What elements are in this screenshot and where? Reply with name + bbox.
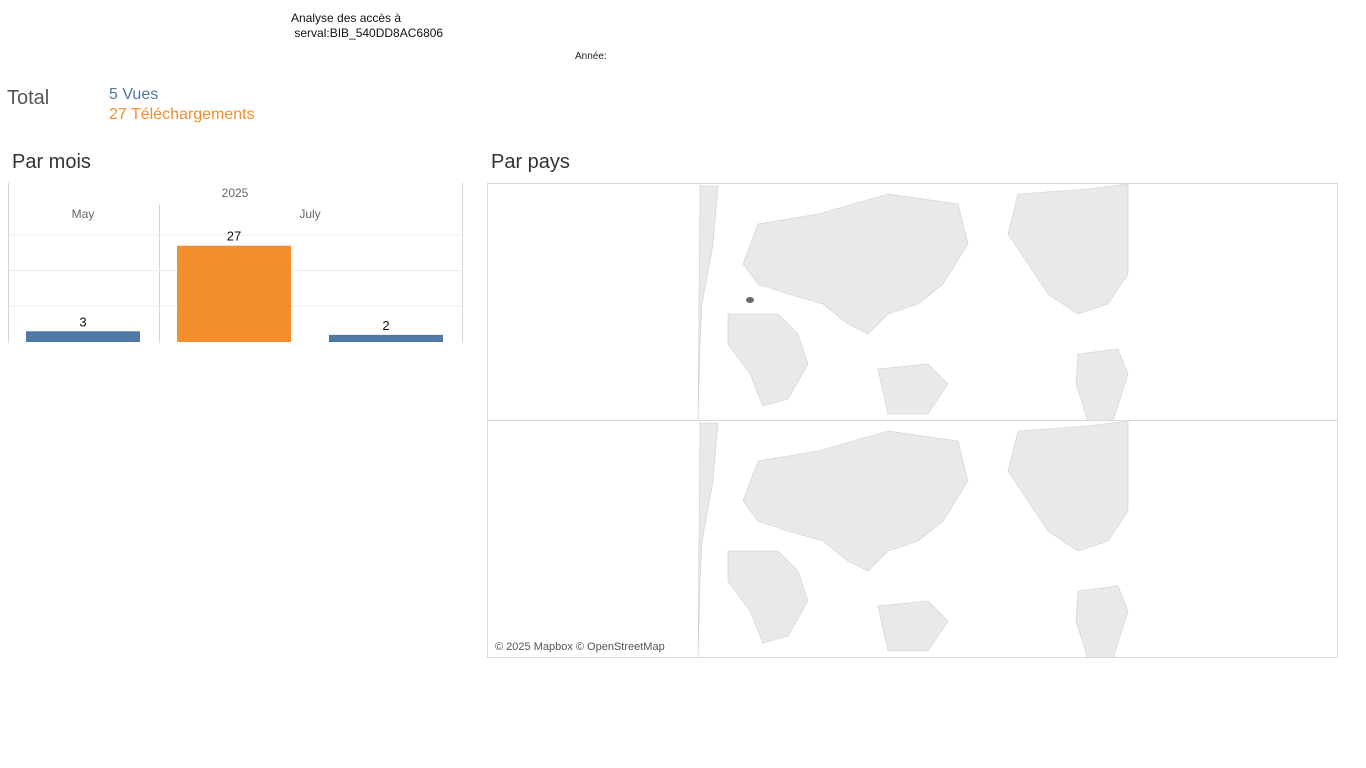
section-title-by-country: Par pays [491, 151, 570, 173]
country-map-top[interactable] [487, 183, 1338, 420]
landmass-north-america [1007, 184, 1129, 315]
landmass-australia [877, 363, 949, 415]
bar-value-label: 27 [227, 229, 241, 244]
bar-value-label: 3 [79, 314, 86, 329]
bar-may-views[interactable] [26, 331, 140, 342]
world-map-bottom [697, 421, 1129, 657]
landmass-africa [727, 550, 809, 644]
page-title: Analyse des accès à serval:BIB_540DD8AC6… [291, 11, 443, 41]
monthly-bar-chart: 2025 May July 3 27 2 [8, 183, 463, 343]
total-label: Total [7, 87, 50, 109]
total-views: 5 Vues [109, 86, 159, 103]
landmass-edge-west [697, 185, 719, 420]
month-header-july: July [299, 207, 320, 221]
bar-july-downloads[interactable] [177, 245, 291, 342]
bar-value-label: 2 [382, 318, 389, 333]
bar-july-views[interactable] [329, 334, 443, 342]
month-header-may: May [72, 207, 95, 221]
title-line-2: serval:BIB_540DD8AC6806 [294, 26, 444, 40]
landmass-south-america [1075, 348, 1129, 420]
landmass-eurasia [742, 193, 969, 335]
country-map-bottom[interactable] [487, 420, 1338, 658]
landmass-australia [877, 600, 949, 652]
bars-group: 3 27 2 [26, 229, 443, 342]
landmass-edge-west [697, 422, 719, 657]
world-map-top [697, 184, 1129, 420]
year-header: 2025 [222, 186, 249, 200]
section-title-by-month: Par mois [12, 151, 91, 173]
year-filter-label[interactable]: Année: [575, 51, 607, 62]
title-line-1: Analyse des accès à [291, 11, 402, 25]
landmass-africa [727, 313, 809, 407]
landmass-eurasia [742, 430, 969, 572]
total-downloads: 27 Téléchargements [109, 106, 255, 123]
map-attribution: © 2025 Mapbox © OpenStreetMap [495, 641, 665, 653]
highlighted-country[interactable] [746, 297, 754, 303]
landmass-south-america [1075, 585, 1129, 657]
landmass-north-america [1007, 421, 1129, 552]
